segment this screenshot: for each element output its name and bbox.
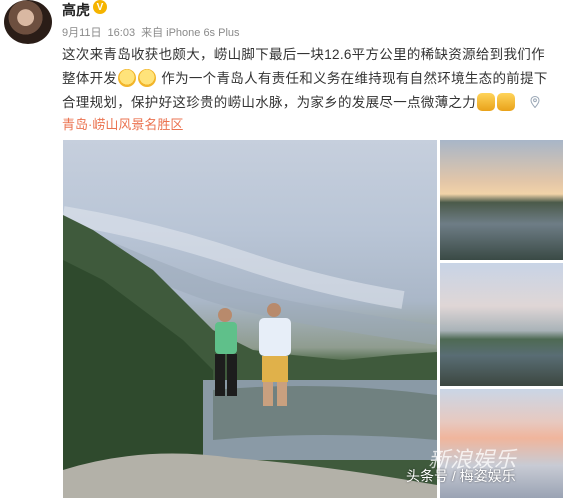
photo-main-scene [63, 206, 437, 498]
post-line-2a: 整体开发 [62, 71, 118, 86]
post-line-2b: 作为一个青岛人有责任和义务在维持现有自然环境生态的前提下 [161, 71, 548, 86]
location-pin-icon [530, 96, 540, 108]
photo-thumb-2[interactable] [440, 263, 563, 386]
fist-emoji-icon [497, 93, 515, 111]
post-meta: 9月11日 16:03 来自 iPhone 6s Plus [62, 24, 246, 40]
avatar[interactable] [4, 0, 52, 44]
post-line-3-text: 合理规划，保护好这珍贵的崂山水脉，为家乡的发展尽一点微薄之力 [62, 95, 476, 110]
post-time[interactable]: 16:03 [108, 27, 136, 39]
verified-badge-icon: V [93, 0, 107, 14]
photo-main[interactable] [63, 140, 437, 498]
post-line-3: 合理规划，保护好这珍贵的崂山水脉，为家乡的发展尽一点微薄之力 [62, 91, 567, 115]
post-text: 这次来青岛收获也颇大，崂山脚下最后一块12.6平方公里的稀缺资源给到我们作 整体… [62, 43, 567, 115]
photo-thumb-1[interactable] [440, 140, 563, 260]
location-link[interactable]: 青岛·崂山风景名胜区 [62, 114, 183, 133]
smile-emoji-icon [138, 69, 157, 87]
post-line-1: 这次来青岛收获也颇大，崂山脚下最后一块12.6平方公里的稀缺资源给到我们作 [62, 47, 545, 62]
post-line-2: 整体开发 作为一个青岛人有责任和义务在维持现有自然环境生态的前提下 [62, 67, 567, 91]
smile-emoji-icon [118, 69, 137, 87]
fist-emoji-icon [477, 93, 495, 111]
watermark-text: 头条号 / 梅姿娱乐 [406, 468, 516, 484]
post-date[interactable]: 9月11日 [62, 27, 102, 39]
username[interactable]: 高虎 [62, 0, 90, 20]
post-source: 来自 iPhone 6s Plus [141, 27, 240, 39]
